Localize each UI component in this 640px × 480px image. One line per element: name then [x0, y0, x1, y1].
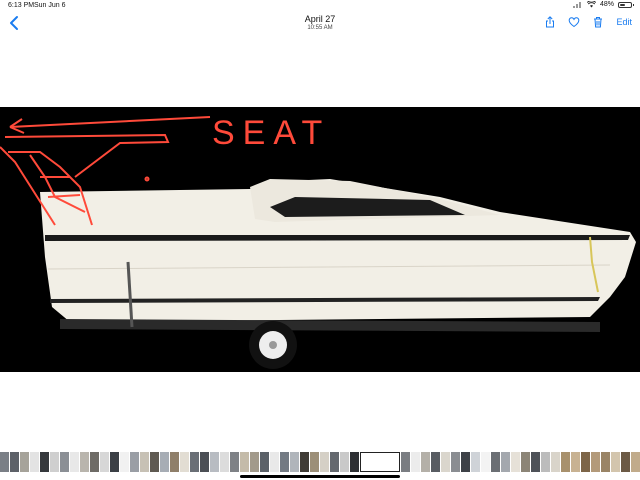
filmstrip-thumbnail[interactable]	[220, 452, 229, 472]
filmstrip-thumbnail[interactable]	[150, 452, 159, 472]
nav-bar: April 27 10:55 AM Edit	[0, 12, 640, 34]
filmstrip-thumbnail[interactable]	[621, 452, 630, 472]
status-date: Sun Jun 6	[34, 2, 66, 9]
filmstrip-thumbnail[interactable]	[290, 452, 299, 472]
filmstrip-thumbnail[interactable]	[20, 452, 29, 472]
filmstrip-thumbnail[interactable]	[451, 452, 460, 472]
filmstrip-thumbnail[interactable]	[411, 452, 420, 472]
filmstrip-thumbnail[interactable]	[70, 452, 79, 472]
home-indicator	[240, 475, 400, 478]
trash-icon[interactable]	[592, 16, 604, 28]
filmstrip-thumbnail[interactable]	[431, 452, 440, 472]
filmstrip-thumbnail-current[interactable]	[360, 452, 400, 472]
filmstrip-thumbnail[interactable]	[50, 452, 59, 472]
filmstrip-thumbnail[interactable]	[160, 452, 169, 472]
filmstrip-thumbnail[interactable]	[561, 452, 570, 472]
wifi-icon	[586, 1, 596, 8]
filmstrip-thumbnail[interactable]	[90, 452, 99, 472]
filmstrip-thumbnail[interactable]	[481, 452, 490, 472]
filmstrip-thumbnail[interactable]	[120, 452, 129, 472]
filmstrip-thumbnail[interactable]	[350, 452, 359, 472]
filmstrip-thumbnail[interactable]	[60, 452, 69, 472]
filmstrip-thumbnail[interactable]	[10, 452, 19, 472]
photo-viewer[interactable]: SEAT	[0, 107, 640, 372]
filmstrip-thumbnail[interactable]	[330, 452, 339, 472]
hull-stripe-top	[45, 235, 630, 241]
filmstrip-thumbnail[interactable]	[240, 452, 249, 472]
filmstrip-thumbnail[interactable]	[210, 452, 219, 472]
filmstrip-thumbnail[interactable]	[80, 452, 89, 472]
filmstrip-thumbnail[interactable]	[30, 452, 39, 472]
seat-annotation-text: SEAT	[212, 114, 330, 152]
filmstrip-thumbnail[interactable]	[310, 452, 319, 472]
filmstrip-thumbnail[interactable]	[551, 452, 560, 472]
filmstrip-thumbnail[interactable]	[471, 452, 480, 472]
share-icon[interactable]	[544, 16, 556, 28]
filmstrip-thumbnail[interactable]	[260, 452, 269, 472]
filmstrip-thumbnail[interactable]	[280, 452, 289, 472]
filmstrip-thumbnail[interactable]	[611, 452, 620, 472]
filmstrip-thumbnail[interactable]	[270, 452, 279, 472]
filmstrip-thumbnail[interactable]	[200, 452, 209, 472]
filmstrip-thumbnail[interactable]	[511, 452, 520, 472]
photo-filmstrip[interactable]	[0, 452, 640, 472]
filmstrip-thumbnail[interactable]	[521, 452, 530, 472]
battery-icon	[618, 1, 634, 8]
filmstrip-thumbnail[interactable]	[531, 452, 540, 472]
filmstrip-thumbnail[interactable]	[401, 452, 410, 472]
filmstrip-thumbnail[interactable]	[140, 452, 149, 472]
filmstrip-thumbnail[interactable]	[491, 452, 500, 472]
battery-percent: 48%	[599, 1, 614, 8]
status-time: 6:13 PM	[8, 2, 35, 9]
filmstrip-thumbnail[interactable]	[230, 452, 239, 472]
filmstrip-thumbnail[interactable]	[300, 452, 309, 472]
filmstrip-thumbnail[interactable]	[541, 452, 550, 472]
nav-actions: Edit	[544, 16, 632, 28]
filmstrip-thumbnail[interactable]	[631, 452, 640, 472]
filmstrip-thumbnail[interactable]	[250, 452, 259, 472]
filmstrip-thumbnail[interactable]	[110, 452, 119, 472]
filmstrip-thumbnail[interactable]	[180, 452, 189, 472]
filmstrip-thumbnail[interactable]	[190, 452, 199, 472]
filmstrip-thumbnail[interactable]	[170, 452, 179, 472]
filmstrip-thumbnail[interactable]	[100, 452, 109, 472]
filmstrip-thumbnail[interactable]	[40, 452, 49, 472]
filmstrip-thumbnail[interactable]	[421, 452, 430, 472]
filmstrip-thumbnail[interactable]	[461, 452, 470, 472]
boat-photo: SEAT	[0, 107, 640, 372]
filmstrip-thumbnail[interactable]	[501, 452, 510, 472]
edit-button[interactable]: Edit	[616, 17, 632, 27]
filmstrip-thumbnail[interactable]	[571, 452, 580, 472]
heart-icon[interactable]	[568, 16, 580, 28]
filmstrip-thumbnail[interactable]	[441, 452, 450, 472]
filmstrip-thumbnail[interactable]	[0, 452, 9, 472]
filmstrip-thumbnail[interactable]	[601, 452, 610, 472]
status-indicators: 48%	[572, 1, 634, 8]
status-bar: 6:13 PM Sun Jun 6 48%	[0, 0, 640, 12]
filmstrip-thumbnail[interactable]	[581, 452, 590, 472]
filmstrip-thumbnail[interactable]	[130, 452, 139, 472]
filmstrip-thumbnail[interactable]	[340, 452, 349, 472]
signal-icon	[572, 1, 583, 8]
filmstrip-thumbnail[interactable]	[591, 452, 600, 472]
filmstrip-thumbnail[interactable]	[320, 452, 329, 472]
